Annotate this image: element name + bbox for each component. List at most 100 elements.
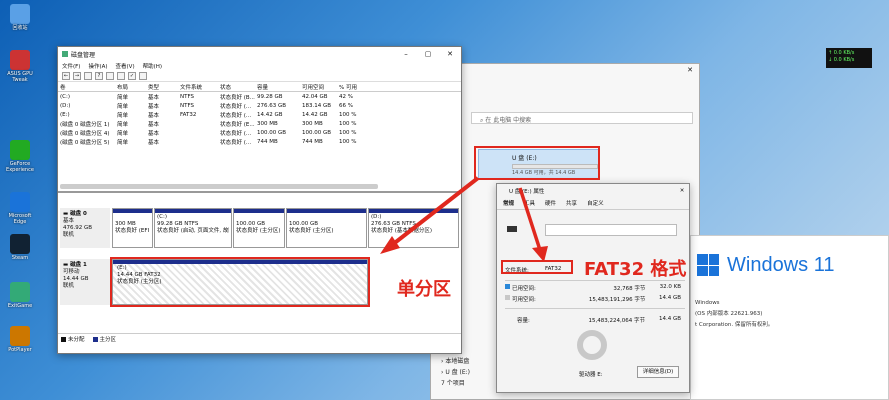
capacity-size: 14.4 GB [658,316,681,322]
table-cell: 状态良好 (... [220,139,252,146]
key-icon[interactable] [117,72,125,80]
table-row[interactable]: (E:) 简单 基本 FAT32 状态良好 (... 14.42 GB 14.42 GB 10… [58,110,461,119]
table-cell: (磁盘 0 磁盘分区 1) [60,121,110,128]
menu-item[interactable]: 查看(V) [116,62,135,70]
tab-1[interactable]: 工具 [524,199,535,207]
desktop-icon[interactable]: Steam [2,234,38,261]
disk1-label[interactable]: ▬ 磁盘 1 可移动 14.44 GB 联机 [60,259,110,305]
drive-label: 驱动器 E: [579,372,603,378]
tab-3[interactable]: 共享 [566,199,577,207]
table-cell: 状态良好 (... [220,130,252,137]
desktop-icon-label: Microsoft Edge [8,213,32,225]
partition-disk0[interactable]: 300 MB 状态良好 (EFI [112,208,153,248]
volume-label-input[interactable] [545,224,677,236]
search-input[interactable]: ⌕ 在 此电脑 中搜索 [471,112,693,124]
desktop-icon-label: ASUS GPU Tweak [7,71,33,83]
table-row[interactable]: (磁盘 0 磁盘分区 1) 简单 基本 状态良好 (E... 300 MB 300 MB 1… [58,119,461,128]
table-cell: FAT32 [180,111,197,118]
table-cell: 300 MB [257,120,278,127]
nav-local-disk[interactable]: › 本地磁盘 [441,356,470,367]
column-header[interactable]: 可用空间 [300,83,337,91]
column-header[interactable]: % 可用 [337,83,367,91]
nav-usb-drive[interactable]: › U 盘 (E:) [441,367,470,378]
table-cell: 状态良好 (... [220,112,252,119]
disk-management-window[interactable]: 磁盘管理 – ▢ ✕ 文件(F) 操作(A) 查看(V) 帮助(H) ← → ? ✓ … [57,46,462,354]
capacity-label: 容量: [517,318,530,324]
partition-disk0[interactable]: (D:) 276.63 GB NTFS 状态良好 (基本数据分区) [368,208,459,248]
desktop-icon[interactable]: Microsoft Edge [2,192,38,225]
drive-highlight-box [474,146,600,180]
table-cell: 简单 [117,139,129,146]
about-windows-window[interactable]: Windows 11 Windows (OS 内部版本 22621.963) t C… [690,235,889,400]
table-cell: 100 % [339,111,357,118]
free-label: 可用空间: [511,297,536,303]
table-row[interactable]: (D:) 简单 基本 NTFS 状态良好 (... 276.63 GB 183.14 GB 6… [58,101,461,110]
close-icon[interactable]: ✕ [687,66,693,74]
close-icon[interactable]: ✕ [675,188,689,194]
tab-2[interactable]: 硬件 [545,199,556,207]
drive-properties-dialog[interactable]: U 盘 (E:) 属性 ✕ 常规 工具 硬件 共享 自定义 文件系统: FAT32 已用… [496,183,690,393]
column-header[interactable]: 容量 [255,83,300,91]
forward-icon[interactable]: → [73,72,81,80]
desktop-icon[interactable]: GeForce Experience [2,140,38,173]
used-bytes: 32,768 字节 [613,286,646,292]
callout-single-partition: 单分区 [397,279,451,300]
tab-4[interactable]: 自定义 [587,199,604,207]
column-header[interactable]: 布局 [115,83,146,91]
menu-item[interactable]: 文件(F) [62,62,80,70]
close-button[interactable]: ✕ [439,50,461,58]
table-cell: 基本 [148,94,160,101]
help-icon[interactable]: ? [95,72,103,80]
table-cell: 状态良好 (E... [220,121,255,128]
minimize-button[interactable]: – [395,50,417,58]
download-speed: ↓ 0.0 KB/s [828,57,855,63]
tab-0[interactable]: 常规 [503,199,514,207]
fs-highlight-box [501,260,573,274]
desktop-icon[interactable]: 回收站 [2,4,38,31]
details-button[interactable]: 详细信息(D) [637,366,679,378]
table-row[interactable]: (C:) 简单 基本 NTFS 状态良好 (B... 99.28 GB 42.04 GB 42… [58,92,461,101]
table-cell: 状态良好 (... [220,103,252,110]
table-cell: 744 MB [257,138,278,145]
table-cell: (E:) [60,111,70,118]
table-cell: 66 % [339,102,353,109]
maximize-button[interactable]: ▢ [417,50,439,58]
desktop-icon[interactable]: PotPlayer [2,326,38,353]
disk0-label[interactable]: ▬ 磁盘 0 基本 476.92 GB 联机 [60,208,110,248]
menu-item[interactable]: 操作(A) [88,62,107,70]
back-icon[interactable]: ← [62,72,70,80]
column-header[interactable]: 类型 [146,83,178,91]
desktop-icon-label: PotPlayer [8,347,32,353]
menu-item[interactable]: 帮助(H) [143,62,162,70]
app-icon [62,51,68,57]
partition-disk0[interactable]: (C:) 99.28 GB NTFS 状态良好 (启动, 页面文件, 故障 [154,208,232,248]
capacity-bytes: 15,483,224,064 字节 [588,318,646,324]
grid-icon[interactable] [84,72,92,80]
column-header[interactable]: 文件系统 [178,83,218,91]
desktop-icon[interactable]: ExitGame [2,282,38,309]
check-icon[interactable]: ✓ [128,72,136,80]
column-header[interactable]: 状态 [218,83,255,91]
single-partition-highlight-box [110,257,370,307]
table-cell: 100 % [339,138,357,145]
desktop-icon[interactable]: ASUS GPU Tweak [2,50,38,83]
free-bytes: 15,483,191,296 字节 [588,297,646,303]
table-cell: 42 % [339,93,353,100]
table-cell: 基本 [148,121,160,128]
column-header[interactable]: 卷 [58,83,115,91]
table-cell: 基本 [148,139,160,146]
used-label: 已用空间: [511,286,536,292]
usage-donut [577,330,607,360]
table-cell: 100 % [339,120,357,127]
partition-disk0[interactable]: 100.00 GB 状态良好 (主分区) [286,208,367,248]
net-speed-widget: ↑ 0.0 KB/s ↓ 0.0 KB/s [826,48,872,68]
properties-icon[interactable] [139,72,147,80]
partition-disk0[interactable]: 100.00 GB 状态良好 (主分区) [233,208,285,248]
upload-speed: ↑ 0.0 KB/s [828,50,855,56]
windows-logo-icon [697,254,719,276]
list-icon[interactable] [106,72,114,80]
table-row[interactable]: (磁盘 0 磁盘分区 5) 简单 基本 状态良好 (... 744 MB 744 MB 10… [58,137,461,146]
table-cell: NTFS [180,102,195,109]
horizontal-scrollbar[interactable] [60,184,378,189]
table-row[interactable]: (磁盘 0 磁盘分区 4) 简单 基本 状态良好 (... 100.00 GB 100.0… [58,128,461,137]
